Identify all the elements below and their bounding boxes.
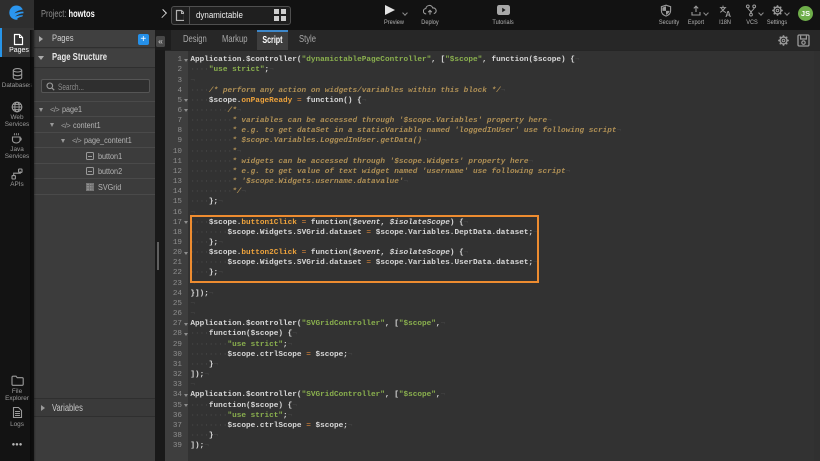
svg-text:A: A	[725, 9, 731, 16]
